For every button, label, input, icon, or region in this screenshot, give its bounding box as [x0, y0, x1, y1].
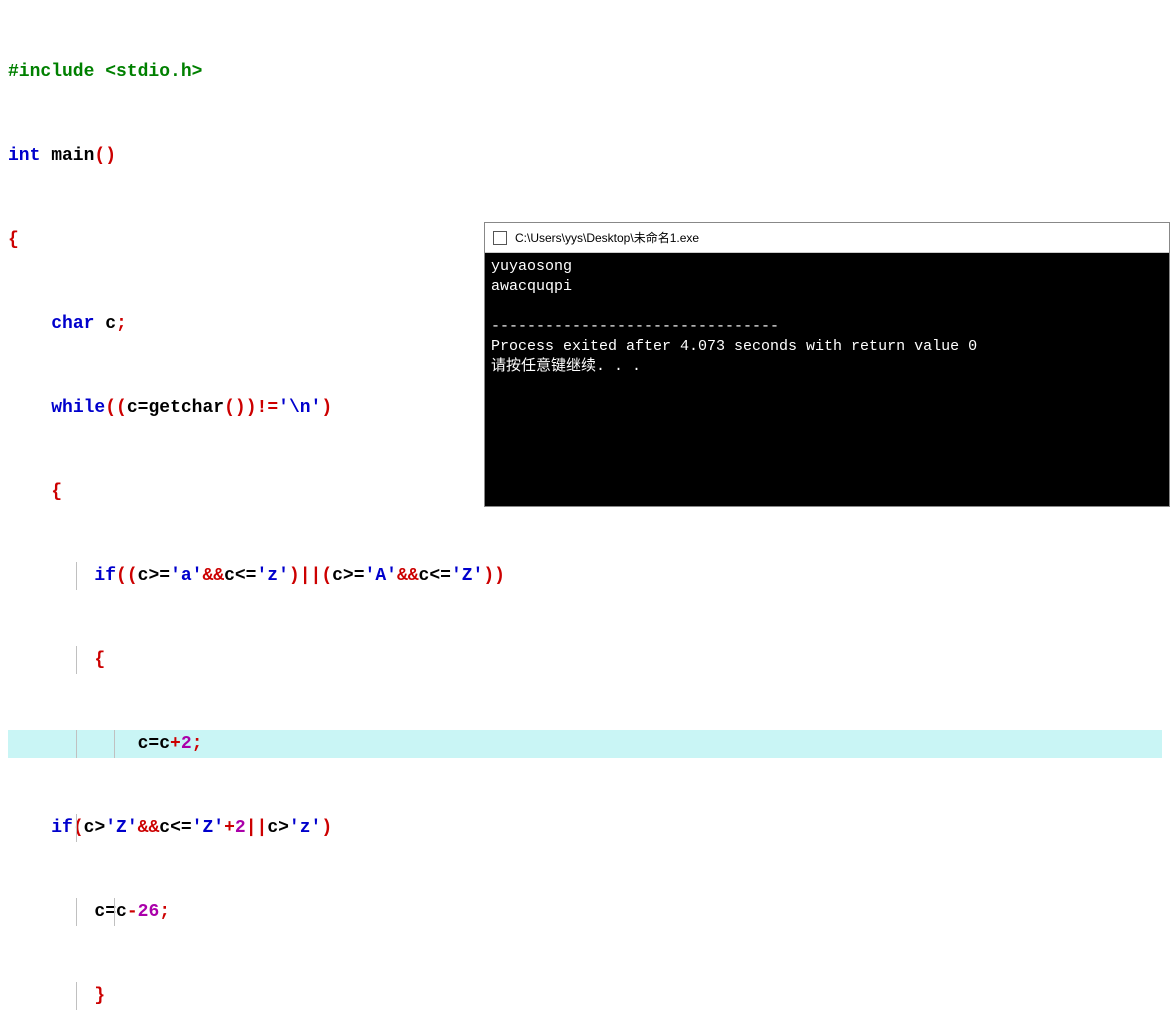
- number-literal: 26: [138, 902, 160, 922]
- console-line: awacquqpi: [491, 278, 572, 295]
- code-line: c=c-26;: [8, 898, 1162, 926]
- code-line: if(c>'Z'&&c<='Z'+2||c>'z'): [8, 814, 1162, 842]
- console-title: C:\Users\yys\Desktop\未命名1.exe: [515, 229, 699, 246]
- close-paren: ): [105, 146, 116, 166]
- keyword-int: int: [8, 146, 40, 166]
- console-exit-message: Process exited after 4.073 seconds with …: [491, 338, 977, 355]
- identifier: c: [94, 314, 116, 334]
- semicolon: ;: [116, 314, 127, 334]
- char-literal: '\n': [278, 398, 321, 418]
- preproc-include: #include: [8, 62, 105, 82]
- code-line: {: [8, 646, 1162, 674]
- keyword-char: char: [51, 314, 94, 334]
- code-line-highlighted: c=c+2;: [8, 730, 1162, 758]
- code-line: }: [8, 982, 1162, 1010]
- code-line: if((c>='a'&&c<='z')||(c>='A'&&c<='Z')): [8, 562, 1162, 590]
- console-titlebar[interactable]: C:\Users\yys\Desktop\未命名1.exe: [485, 223, 1169, 253]
- console-press-key: 请按任意键继续. . .: [491, 358, 641, 375]
- app-icon: [493, 231, 507, 245]
- preproc-header: <stdio.h>: [105, 62, 202, 82]
- code-line: int main(): [8, 142, 1162, 170]
- console-separator: --------------------------------: [491, 318, 779, 335]
- keyword-if: if: [94, 566, 116, 586]
- number-literal: 2: [181, 734, 192, 754]
- open-brace: {: [8, 230, 19, 250]
- code-line: #include <stdio.h>: [8, 58, 1162, 86]
- open-paren: (: [94, 146, 105, 166]
- console-output: yuyaosong awacquqpi --------------------…: [485, 253, 1169, 381]
- code-editor[interactable]: #include <stdio.h> int main() { char c; …: [0, 0, 1170, 1014]
- console-window[interactable]: C:\Users\yys\Desktop\未命名1.exe yuyaosong …: [484, 222, 1170, 507]
- console-line: yuyaosong: [491, 258, 572, 275]
- identifier-main: main: [40, 146, 94, 166]
- keyword-while: while: [51, 398, 105, 418]
